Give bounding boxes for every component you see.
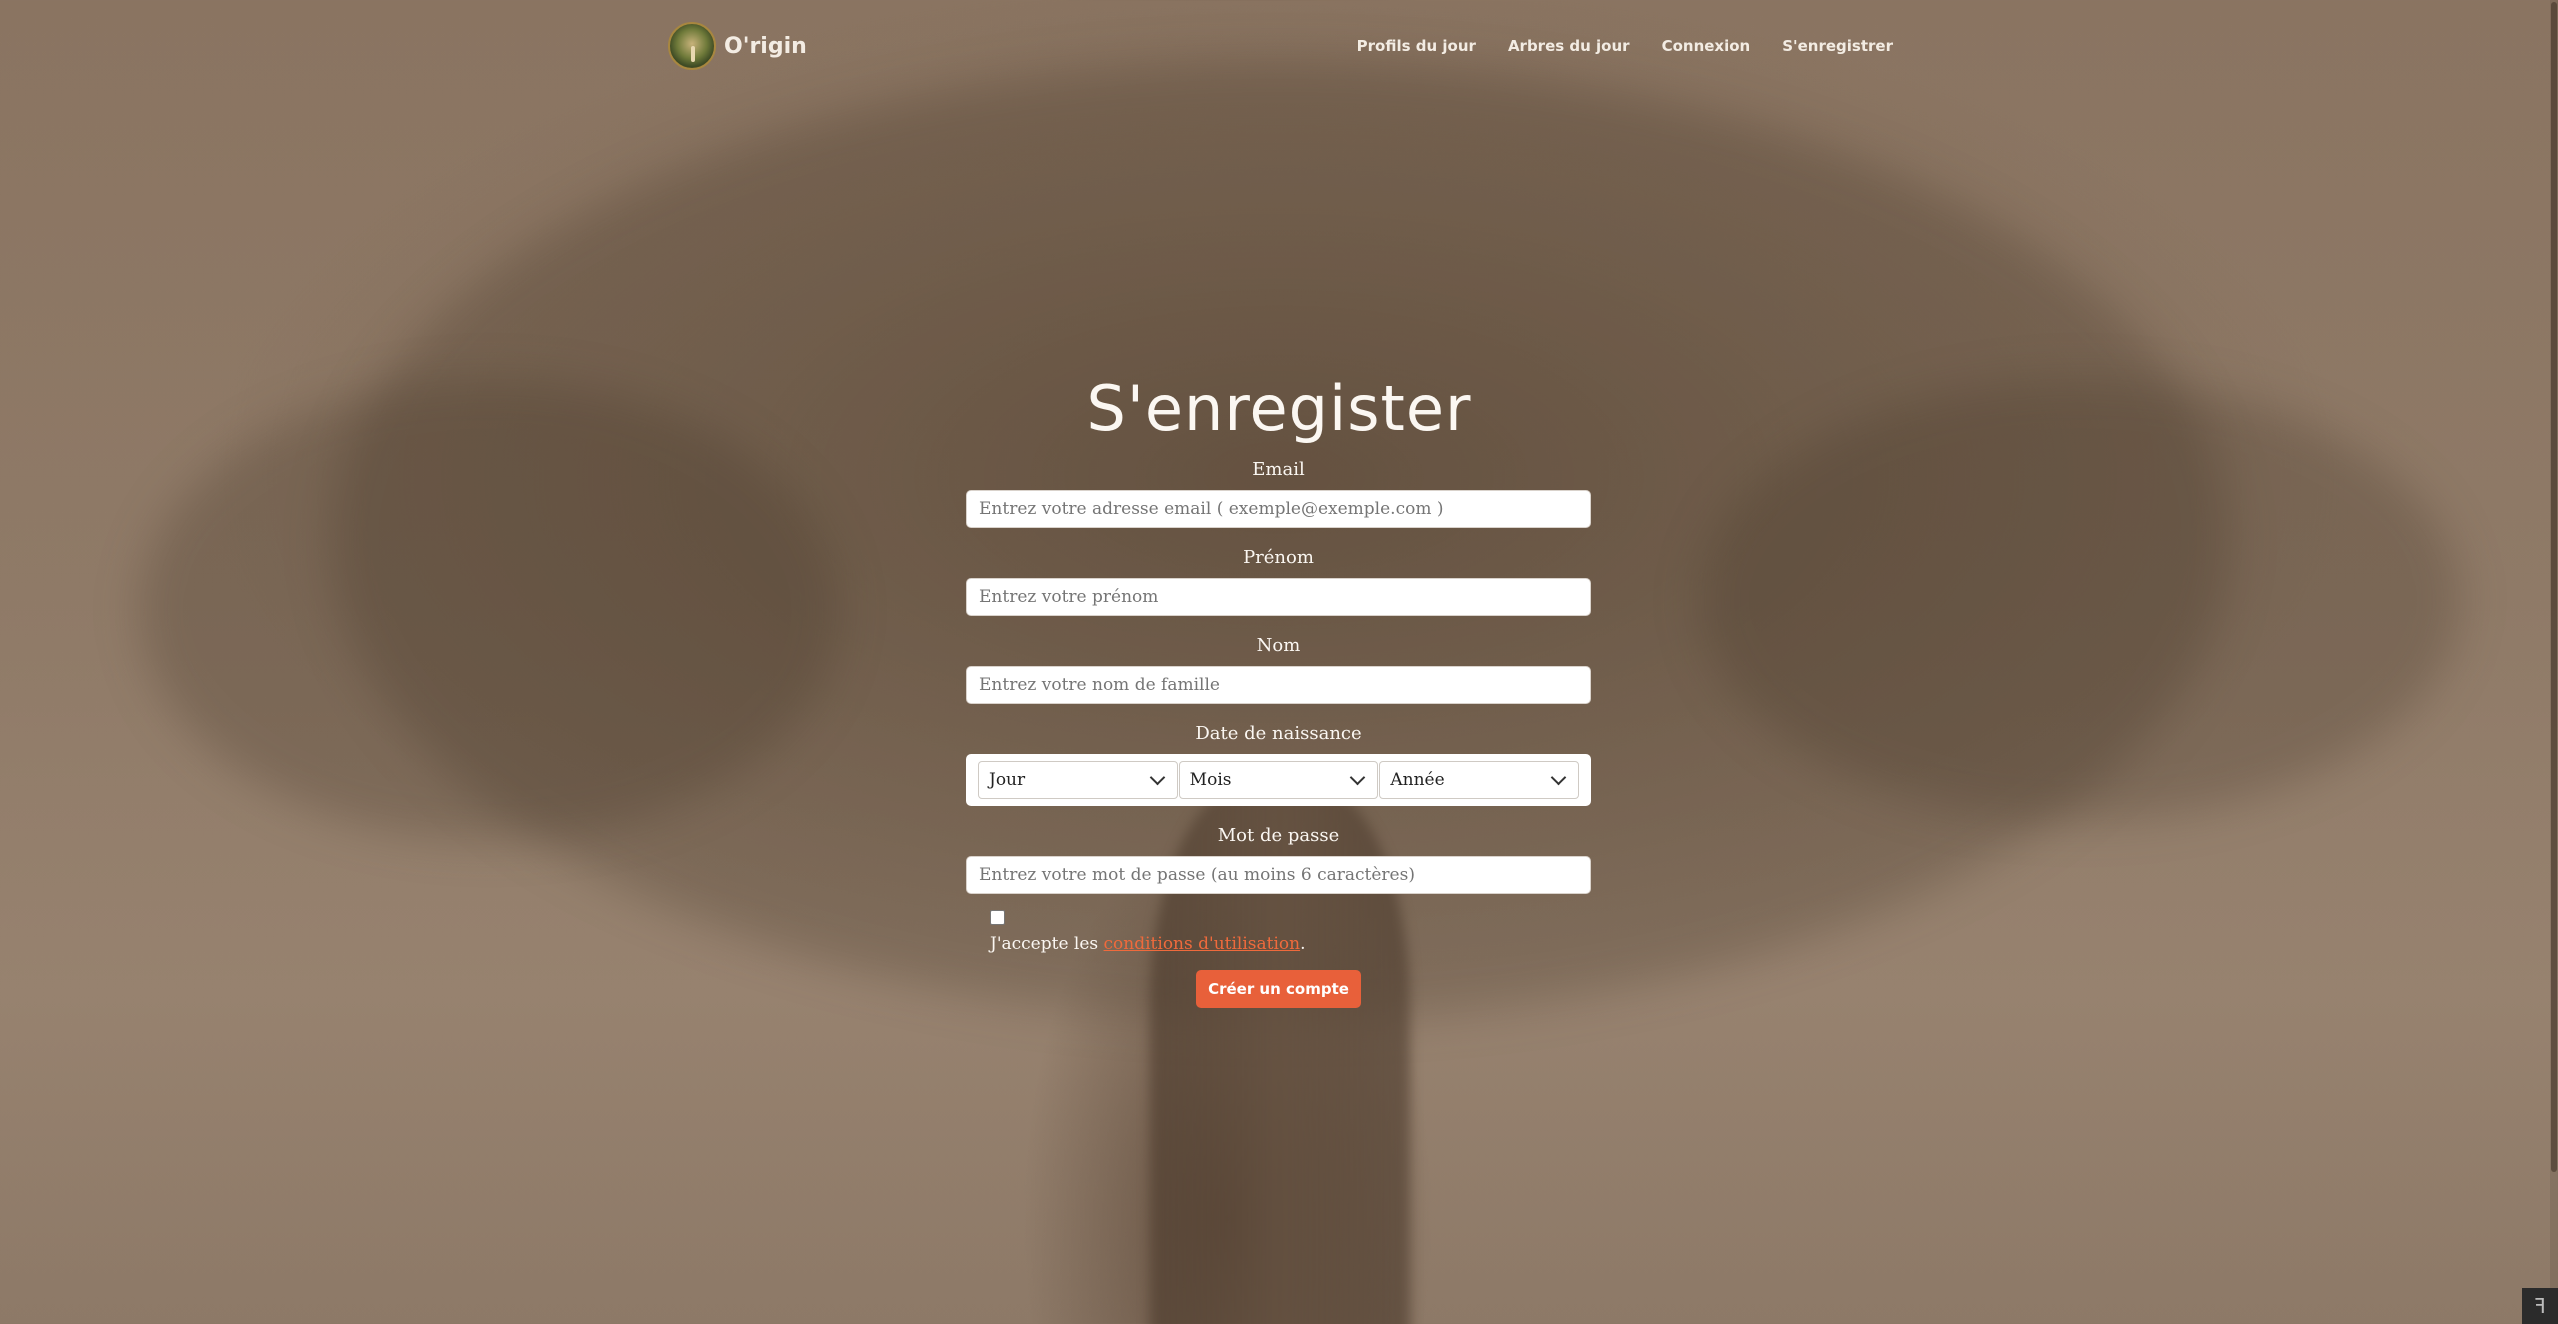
month-select-value: Mois	[1189, 770, 1232, 790]
birthdate-label: Date de naissance	[1195, 723, 1362, 744]
terms-prefix: J'accepte les	[990, 934, 1104, 954]
vertical-scrollbar[interactable]	[2550, 0, 2558, 1290]
month-select[interactable]: Mois	[1178, 761, 1379, 799]
email-field[interactable]	[966, 490, 1591, 528]
terms-checkbox[interactable]	[990, 910, 1005, 925]
year-select[interactable]: Année	[1379, 761, 1580, 799]
scrollbar-thumb[interactable]	[2551, 2, 2557, 1172]
email-label: Email	[1252, 459, 1305, 480]
firstname-field[interactable]	[966, 578, 1591, 616]
birthdate-group: Jour Mois Année	[966, 754, 1591, 806]
lastname-label: Nom	[1256, 635, 1301, 656]
firstname-label: Prénom	[1243, 547, 1314, 568]
terms-suffix: .	[1300, 934, 1306, 954]
nav-link-register[interactable]: S'enregistrer	[1782, 37, 1893, 55]
chevron-down-icon	[1149, 769, 1165, 786]
terms-link[interactable]: conditions d'utilisation	[1104, 934, 1301, 954]
day-select[interactable]: Jour	[978, 761, 1178, 799]
nav-link-arbres-du-jour[interactable]: Arbres du jour	[1508, 37, 1630, 55]
submit-row: Créer un compte	[966, 970, 1591, 1008]
register-form: Email Prénom Nom Date de naissance Jour …	[966, 458, 1591, 1008]
nav-links: Profils du jour Arbres du jour Connexion…	[1357, 37, 1893, 55]
nav-link-connexion[interactable]: Connexion	[1662, 37, 1751, 55]
chevron-down-icon	[1550, 769, 1567, 786]
create-account-button[interactable]: Créer un compte	[1196, 970, 1361, 1008]
brand-link[interactable]: O'rigin	[668, 22, 807, 70]
terms-text: J'accepte les conditions d'utilisation.	[990, 934, 1306, 954]
nav-link-profils-du-jour[interactable]: Profils du jour	[1357, 37, 1476, 55]
navbar: O'rigin Profils du jour Arbres du jour C…	[668, 20, 1893, 72]
terms-row: J'accepte les conditions d'utilisation.	[966, 910, 1591, 954]
brand-name: O'rigin	[724, 33, 807, 59]
lastname-field[interactable]	[966, 666, 1591, 704]
year-select-value: Année	[1390, 770, 1445, 790]
day-select-value: Jour	[989, 770, 1026, 790]
page-title: S'enregister	[1086, 372, 1472, 445]
password-label: Mot de passe	[1217, 825, 1340, 846]
tree-logo-icon	[668, 22, 716, 70]
chevron-down-icon	[1350, 769, 1366, 786]
symfony-toolbar-icon[interactable]: ꟻ	[2522, 1288, 2558, 1324]
password-field[interactable]	[966, 856, 1591, 894]
